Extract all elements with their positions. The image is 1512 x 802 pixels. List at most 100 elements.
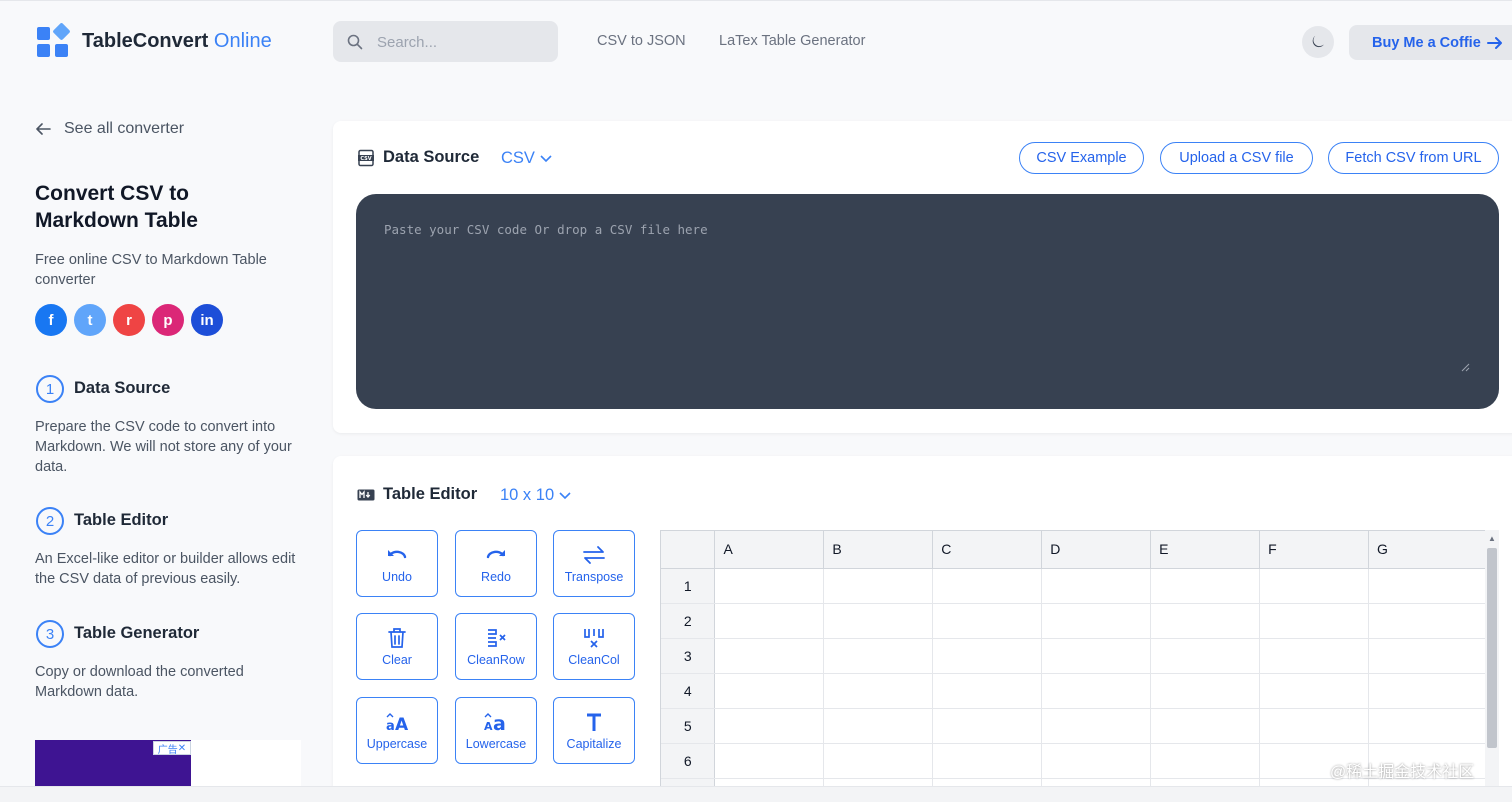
grid-cell[interactable] xyxy=(1259,603,1369,639)
grid-cell[interactable] xyxy=(932,673,1043,709)
grid-cell[interactable] xyxy=(1150,708,1261,744)
nav-latex-table-generator[interactable]: LaTex Table Generator xyxy=(719,33,865,49)
grid-cell[interactable] xyxy=(1041,603,1152,639)
grid-cell[interactable] xyxy=(1368,638,1487,674)
grid-cell[interactable] xyxy=(714,708,825,744)
clean-row-button[interactable]: CleanRow xyxy=(455,613,537,680)
grid-cell[interactable] xyxy=(932,743,1043,779)
row-header[interactable]: 3 xyxy=(661,638,716,674)
uppercase-button[interactable]: aA Uppercase xyxy=(356,697,438,764)
csv-example-button[interactable]: CSV Example xyxy=(1019,142,1144,174)
column-header-a[interactable]: A xyxy=(714,531,825,569)
grid-cell[interactable] xyxy=(1259,568,1369,604)
row-header[interactable]: 4 xyxy=(661,673,716,709)
row-header[interactable]: 2 xyxy=(661,603,716,639)
grid-cell[interactable] xyxy=(1150,638,1261,674)
grid-cell[interactable] xyxy=(1259,638,1369,674)
capitalize-button[interactable]: Capitalize xyxy=(553,697,635,764)
column-header-c[interactable]: C xyxy=(932,531,1043,569)
grid-cell[interactable] xyxy=(1368,708,1487,744)
grid-cell[interactable] xyxy=(1150,568,1261,604)
column-header-f[interactable]: F xyxy=(1259,531,1369,569)
grid-cell[interactable] xyxy=(714,743,825,779)
ad-close-tag[interactable]: 广告 ✕ xyxy=(153,741,191,756)
grid-cell[interactable] xyxy=(1041,638,1152,674)
redo-button[interactable]: Redo xyxy=(455,530,537,597)
scrollbar-thumb[interactable] xyxy=(1487,548,1497,748)
clean-col-button[interactable]: CleanCol xyxy=(553,613,635,680)
grid-cell[interactable] xyxy=(714,568,825,604)
undo-button[interactable]: Undo xyxy=(356,530,438,597)
spreadsheet-grid[interactable]: A B C D E F G 1 2 3 4 5 6 7 xyxy=(660,530,1487,792)
brand-name[interactable]: TableConvert Online xyxy=(82,30,272,53)
see-all-converter-link[interactable]: See all converter xyxy=(35,120,184,138)
row-header[interactable]: 1 xyxy=(661,568,716,604)
grid-cell[interactable] xyxy=(823,603,934,639)
grid-cell[interactable] xyxy=(714,603,825,639)
markdown-icon xyxy=(357,489,375,500)
grid-cell[interactable] xyxy=(1041,708,1152,744)
csv-file-icon: CSV xyxy=(358,149,374,166)
grid-vertical-scrollbar[interactable]: ▲ xyxy=(1485,530,1499,790)
grid-cell[interactable] xyxy=(823,708,934,744)
grid-cell[interactable] xyxy=(932,603,1043,639)
facebook-icon[interactable]: f xyxy=(35,304,67,336)
step-3-title: Table Generator xyxy=(74,624,200,642)
grid-cell[interactable] xyxy=(1368,673,1487,709)
tableconvert-logo-icon[interactable] xyxy=(37,22,71,59)
reddit-icon[interactable]: r xyxy=(113,304,145,336)
upload-csv-button[interactable]: Upload a CSV file xyxy=(1160,142,1313,174)
grid-cell[interactable] xyxy=(1368,568,1487,604)
clear-button[interactable]: Clear xyxy=(356,613,438,680)
grid-cell[interactable] xyxy=(823,638,934,674)
grid-cell[interactable] xyxy=(1041,743,1152,779)
row-header[interactable]: 6 xyxy=(661,743,716,779)
grid-corner-cell[interactable] xyxy=(661,531,716,569)
column-header-d[interactable]: D xyxy=(1041,531,1152,569)
fetch-csv-url-button[interactable]: Fetch CSV from URL xyxy=(1328,142,1499,174)
moon-icon xyxy=(1312,35,1324,48)
redo-label: Redo xyxy=(481,570,511,584)
format-selector[interactable]: CSV xyxy=(501,149,552,168)
linkedin-icon[interactable]: in xyxy=(191,304,223,336)
column-header-b[interactable]: B xyxy=(823,531,934,569)
grid-cell[interactable] xyxy=(1150,673,1261,709)
grid-cell[interactable] xyxy=(1259,708,1369,744)
lowercase-button[interactable]: Aa Lowercase xyxy=(455,697,537,764)
grid-cell[interactable] xyxy=(932,638,1043,674)
grid-cell[interactable] xyxy=(1150,603,1261,639)
grid-cell[interactable] xyxy=(823,673,934,709)
grid-cell[interactable] xyxy=(1368,603,1487,639)
grid-cell[interactable] xyxy=(823,743,934,779)
grid-cell[interactable] xyxy=(1259,673,1369,709)
redo-icon xyxy=(486,550,505,559)
svg-text:A: A xyxy=(484,720,493,733)
grid-cell[interactable] xyxy=(823,568,934,604)
column-header-g[interactable]: G xyxy=(1368,531,1487,569)
scroll-up-arrow-icon[interactable]: ▲ xyxy=(1488,534,1496,543)
buy-me-a-coffee-button[interactable]: Buy Me a Coffie xyxy=(1349,25,1512,60)
nav-csv-to-json[interactable]: CSV to JSON xyxy=(597,33,686,49)
twitter-icon[interactable]: t xyxy=(74,304,106,336)
step-3-description: Copy or download the converted Markdown … xyxy=(35,664,244,700)
grid-cell[interactable] xyxy=(714,673,825,709)
search-box[interactable] xyxy=(333,21,558,62)
watermark-text: @稀土掘金技术社区 xyxy=(1330,764,1475,781)
row-header[interactable]: 5 xyxy=(661,708,716,744)
table-size-selector[interactable]: 10 x 10 xyxy=(500,486,571,505)
grid-cell[interactable] xyxy=(1041,568,1152,604)
grid-cell[interactable] xyxy=(1041,673,1152,709)
resize-handle-icon[interactable] xyxy=(1460,362,1470,372)
coffee-label: Buy Me a Coffie xyxy=(1372,34,1481,51)
dark-mode-toggle[interactable] xyxy=(1302,26,1334,58)
grid-cell[interactable] xyxy=(932,568,1043,604)
csv-input-textarea[interactable] xyxy=(382,220,1472,379)
grid-cell[interactable] xyxy=(714,638,825,674)
transpose-button[interactable]: Transpose xyxy=(553,530,635,597)
search-input[interactable] xyxy=(375,29,549,55)
clean-col-label: CleanCol xyxy=(568,653,620,667)
grid-cell[interactable] xyxy=(932,708,1043,744)
grid-cell[interactable] xyxy=(1150,743,1261,779)
pinterest-icon[interactable]: p xyxy=(152,304,184,336)
column-header-e[interactable]: E xyxy=(1150,531,1261,569)
